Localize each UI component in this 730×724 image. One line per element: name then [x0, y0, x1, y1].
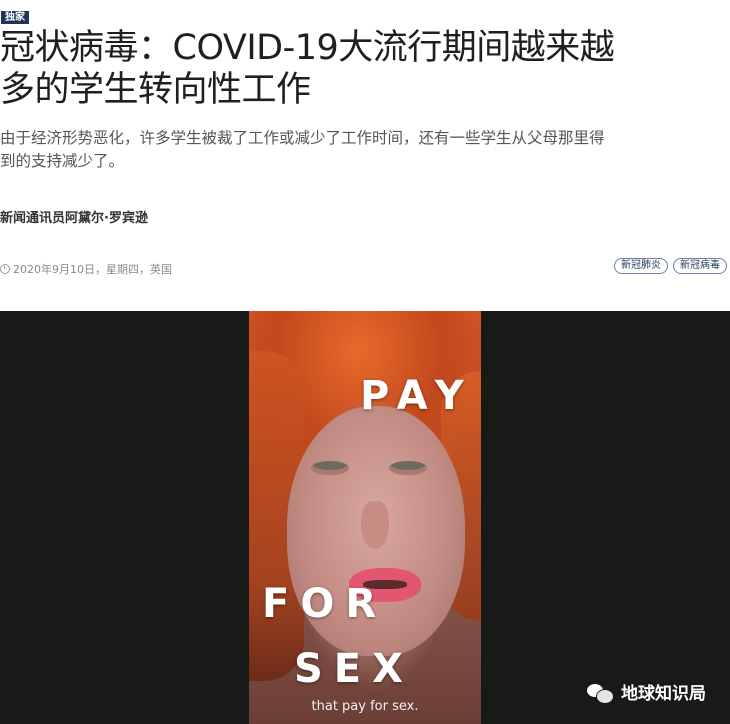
- wechat-icon: [587, 682, 614, 704]
- clock-icon: [0, 264, 10, 274]
- video-image-detail: [311, 461, 349, 475]
- video-player[interactable]: PAY FOR SEX that pay for sex. 地球知识局: [0, 311, 730, 724]
- topic-tag[interactable]: 新冠病毒: [673, 258, 727, 274]
- article-date: 2020年9月10日，星期四，英国: [13, 263, 172, 276]
- article-summary: 由于经济形势恶化，许多学生被裁了工作或减少了工作时间，还有一些学生从父母那里得到…: [0, 129, 605, 170]
- video-image-detail: [361, 501, 389, 549]
- video-overlay-word: SEX: [294, 646, 414, 692]
- video-image-detail: [389, 461, 427, 475]
- topic-tags: 新冠肺炎 新冠病毒: [614, 258, 727, 274]
- article-date-row: 2020年9月10日，星期四，英国: [0, 261, 172, 277]
- exclusive-badge: 独家: [1, 11, 29, 24]
- video-overlay-word: FOR: [262, 581, 388, 627]
- wechat-watermark: 地球知识局: [587, 679, 706, 704]
- article-byline: 新闻通讯员阿黛尔·罗宾逊: [0, 211, 148, 226]
- video-overlay-word: PAY: [360, 373, 475, 419]
- topic-tag[interactable]: 新冠肺炎: [614, 258, 668, 274]
- article-headline: 冠状病毒：COVID-19大流行期间越来越多的学生转向性工作: [0, 28, 615, 110]
- watermark-text: 地球知识局: [621, 684, 706, 704]
- video-frame: PAY FOR SEX that pay for sex.: [249, 311, 481, 724]
- video-subtitle: that pay for sex.: [311, 699, 419, 714]
